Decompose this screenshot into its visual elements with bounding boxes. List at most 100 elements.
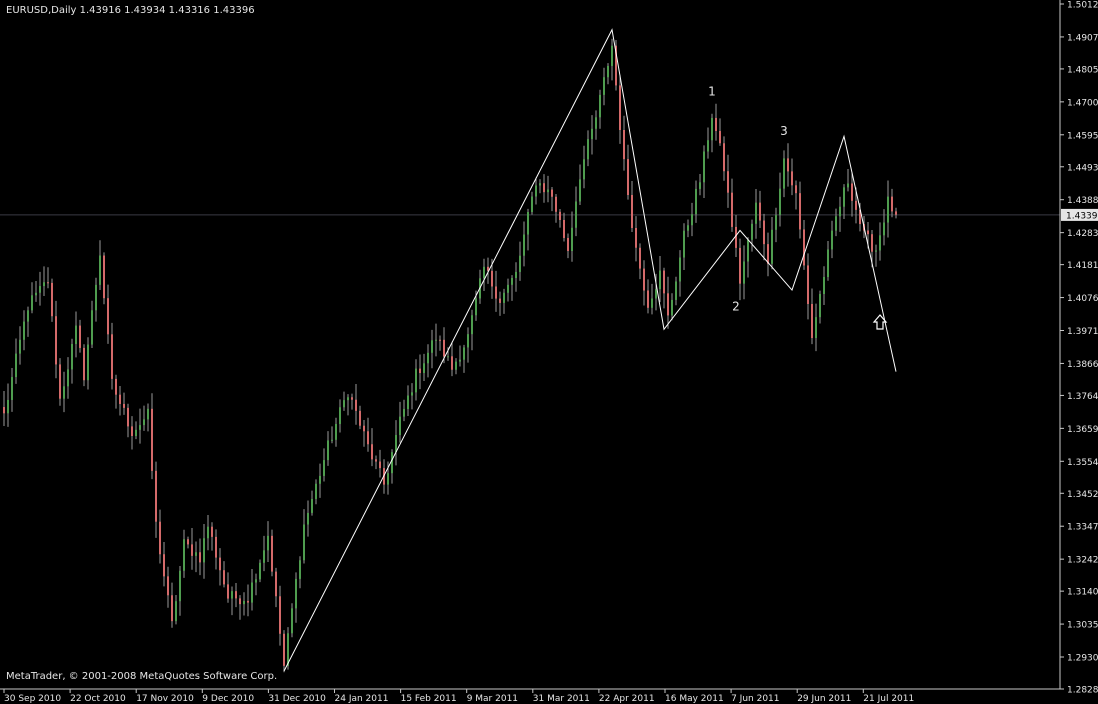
- y-tick-label: 1.44930: [1067, 163, 1098, 173]
- price-axis[interactable]: 1.50120 1.49070 1.48050 1.47000 1.45950 1.449…: [1060, 1, 1098, 696]
- candle-body: [99, 255, 101, 285]
- candle-body: [771, 229, 773, 264]
- candle-body: [415, 368, 417, 393]
- candle-body: [439, 339, 441, 341]
- candle-body: [111, 334, 113, 379]
- candle-body: [195, 552, 197, 556]
- candle-body: [155, 470, 157, 522]
- candle-body: [403, 408, 405, 417]
- candle-body: [187, 539, 189, 545]
- candle-body: [271, 535, 273, 572]
- candle-body: [883, 222, 885, 236]
- candle-body: [839, 206, 841, 217]
- candle-body: [295, 578, 297, 609]
- y-tick-label: 1.36590: [1067, 425, 1098, 435]
- candle-body: [159, 521, 161, 555]
- candle-body: [767, 244, 769, 264]
- candle-body: [19, 339, 21, 354]
- candle-body: [379, 461, 381, 469]
- x-tick-label: 15 Feb 2011: [401, 694, 457, 704]
- candle-body: [27, 310, 29, 322]
- candle-body: [539, 183, 541, 186]
- candle-body: [347, 397, 349, 401]
- y-tick-label: 1.39710: [1067, 327, 1098, 337]
- candle-body: [131, 426, 133, 437]
- candle-body: [75, 325, 77, 345]
- y-tick-label: 1.38660: [1067, 360, 1098, 370]
- candle-body: [783, 158, 785, 189]
- candle-body: [411, 392, 413, 396]
- candle-body: [531, 196, 533, 213]
- candle-body: [335, 424, 337, 440]
- candle-body: [79, 325, 81, 348]
- candle-body: [871, 234, 873, 252]
- candle-body: [787, 158, 789, 172]
- x-tick-label: 16 May 2011: [665, 694, 724, 704]
- chart-window[interactable]: 123 1.501201.490701.480501.470001.459501…: [0, 0, 1098, 704]
- price-chart[interactable]: 123 1.501201.490701.480501.470001.459501…: [0, 0, 1098, 704]
- candle-body: [811, 303, 813, 339]
- candle-body: [251, 582, 253, 603]
- candle-body: [431, 340, 433, 353]
- copyright-text: MetaTrader, © 2001-2008 MetaQuotes Softw…: [6, 671, 278, 682]
- candle-body: [3, 407, 5, 414]
- candle-body: [851, 183, 853, 201]
- candle-body: [575, 201, 577, 228]
- candle-body: [343, 400, 345, 408]
- candle-body: [267, 535, 269, 551]
- wave-label: 2: [732, 299, 740, 313]
- x-tick-label: 30 Sep 2010: [4, 694, 61, 704]
- time-axis[interactable]: 30 Sep 2010 22 Oct 2010 17 Nov 2010 9 Dec 2…: [3, 689, 914, 704]
- candle-body: [151, 408, 153, 471]
- y-tick-label: 1.42830: [1067, 229, 1098, 239]
- candle-body: [219, 557, 221, 571]
- candle-body: [147, 408, 149, 420]
- y-tick-label: 1.43880: [1067, 196, 1098, 206]
- candle-body: [31, 295, 33, 311]
- candle-body: [259, 562, 261, 580]
- candle-body: [191, 544, 193, 556]
- candle-body: [823, 277, 825, 294]
- candle-body: [679, 257, 681, 282]
- candle-body: [695, 188, 697, 215]
- candle-body: [635, 227, 637, 248]
- zigzag-trendline[interactable]: [283, 28, 897, 672]
- candle-body: [291, 608, 293, 634]
- candle-body: [567, 237, 569, 252]
- candle-body: [11, 377, 13, 400]
- candle-body: [799, 193, 801, 230]
- y-tick-label: 1.41810: [1067, 261, 1098, 271]
- candle-body: [819, 293, 821, 318]
- candle-body: [199, 552, 201, 563]
- candle-body: [475, 298, 477, 316]
- candle-body: [203, 538, 205, 563]
- candle-body: [515, 271, 517, 279]
- candle-body: [631, 195, 633, 228]
- candle-body: [807, 265, 809, 304]
- candle-body: [591, 128, 593, 140]
- candle-body: [171, 595, 173, 622]
- candle-body: [587, 139, 589, 160]
- candle-body: [323, 460, 325, 476]
- candle-body: [63, 386, 65, 399]
- candle-body: [107, 298, 109, 335]
- candle-body: [663, 270, 665, 294]
- candle-body: [607, 65, 609, 78]
- candle-body: [527, 212, 529, 235]
- candle-body: [179, 570, 181, 602]
- y-tick-label: 1.30350: [1067, 621, 1098, 631]
- y-tick-label: 1.40760: [1067, 294, 1098, 304]
- candle-body: [119, 394, 121, 404]
- candle-body: [95, 284, 97, 311]
- candle-body: [143, 419, 145, 426]
- candle-body: [651, 298, 653, 308]
- candle-body: [315, 483, 317, 499]
- candle-body: [387, 473, 389, 485]
- candle-body: [299, 560, 301, 579]
- candle-body: [815, 317, 817, 339]
- y-tick-label: 1.37640: [1067, 392, 1098, 402]
- candle-body: [207, 526, 209, 539]
- candle-body: [571, 227, 573, 252]
- candle-body: [503, 292, 505, 303]
- y-tick-label: 1.31400: [1067, 588, 1098, 598]
